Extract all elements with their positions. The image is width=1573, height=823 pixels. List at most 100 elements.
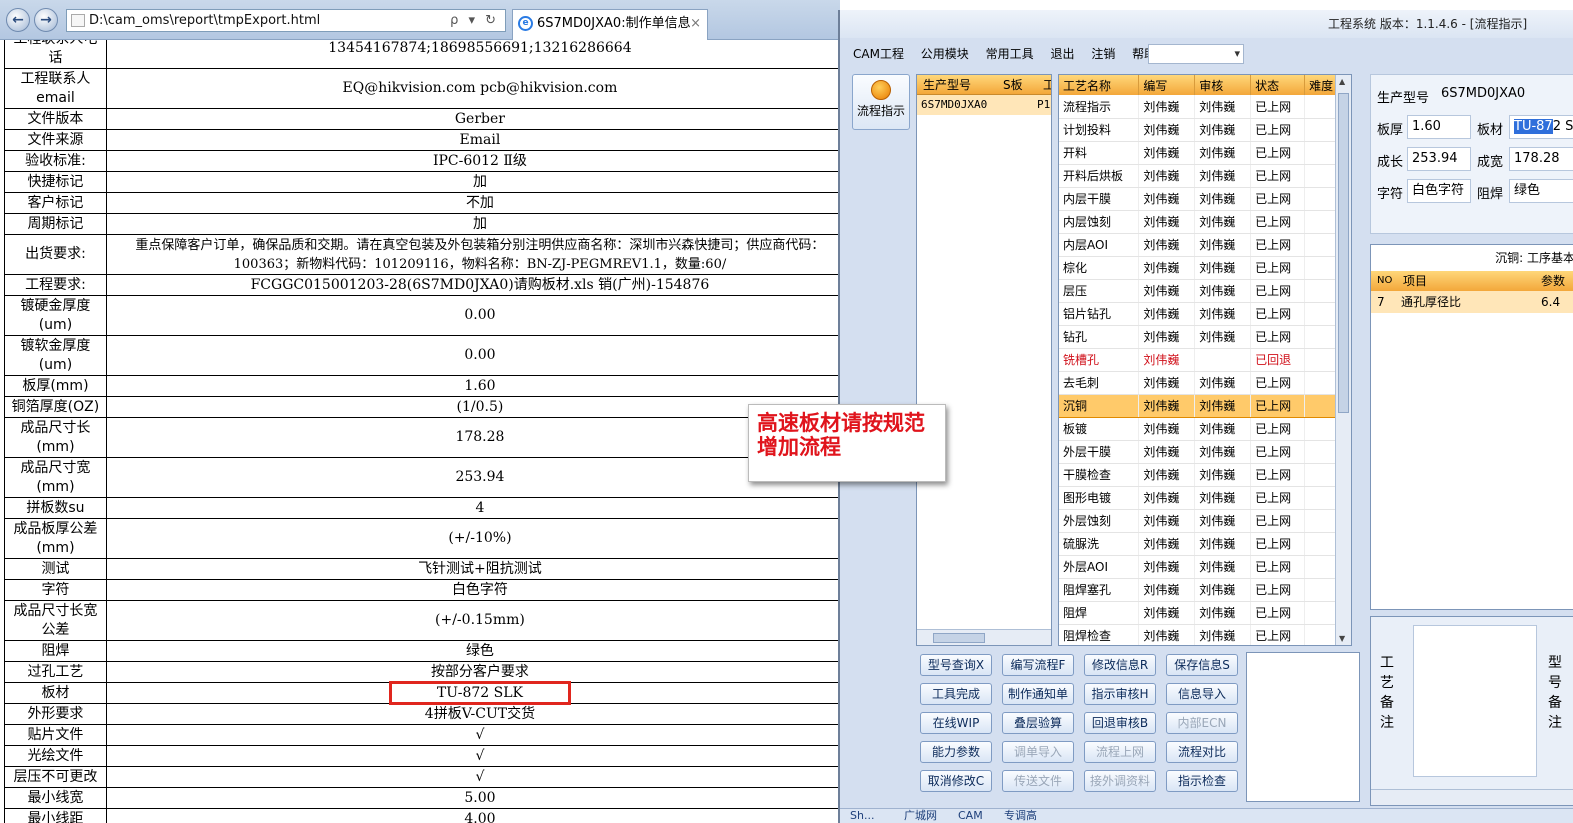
scroll-up-icon[interactable]: ▲ [1339,77,1345,86]
process-name: 铣槽孔 [1059,348,1140,372]
mask-field[interactable]: 绿色 [1509,179,1573,203]
flow-indicator-button[interactable]: 流程指示 [852,74,910,130]
action-button[interactable]: 流程上网 [1084,741,1156,763]
action-button[interactable]: 能力参数 [920,741,992,763]
report-value: 飞针测试+阻抗测试 [105,558,840,580]
thick-field[interactable]: 1.60 [1407,115,1471,139]
process-row[interactable]: 去毛刺 刘伟巍 刘伟巍 已上网 [1059,371,1337,395]
action-button[interactable]: 叠层验算 [1002,712,1074,734]
process-status: 已上网 [1250,601,1306,625]
menu-cam[interactable]: CAM工程 [853,47,904,61]
process-reviewer: 刘伟巍 [1194,393,1252,418]
proc-col-name[interactable]: 工艺名称 [1059,75,1140,95]
browser-toolbar: ← → D:\cam_oms\report\tmpExport.html ρ ▾… [0,0,840,40]
proc-col-author[interactable]: 编写 [1138,75,1196,95]
process-row[interactable]: 外层蚀刻 刘伟巍 刘伟巍 已上网 [1059,509,1337,533]
menu-combo-select[interactable] [1148,42,1244,66]
action-button[interactable]: 信息导入 [1166,683,1238,705]
menu-tools[interactable]: 常用工具 [986,47,1034,61]
process-vscrollbar[interactable]: ▲ ▼ [1335,75,1351,645]
process-name: 外层AOI [1059,555,1140,579]
process-row[interactable]: 流程指示 刘伟巍 刘伟巍 已上网 [1059,95,1337,119]
address-tools-icon[interactable]: ρ ▾ ↻ [450,10,499,31]
action-button[interactable]: 传送文件 [1002,770,1074,792]
work-row[interactable]: 7 通孔厚径比 6.4 [1371,291,1573,313]
action-button[interactable]: 指示检查 [1166,770,1238,792]
browser-tab[interactable]: e 6S7MD0JXA0:制作单信息 × [512,9,708,40]
process-row[interactable]: 沉铜 刘伟巍 刘伟巍 已上网 [1059,393,1337,418]
process-row[interactable]: 棕化 刘伟巍 刘伟巍 已上网 [1059,256,1337,280]
scroll-thumb[interactable] [1338,93,1349,413]
tab-close-icon[interactable]: × [690,10,701,37]
action-button[interactable]: 取消修改C [920,770,992,792]
process-row[interactable]: 阻焊塞孔 刘伟巍 刘伟巍 已上网 [1059,578,1337,602]
process-row[interactable]: 阻焊 刘伟巍 刘伟巍 已上网 [1059,601,1337,625]
remark-hscrollbar[interactable] [1371,789,1573,805]
process-difficulty [1304,279,1337,303]
action-button[interactable]: 保存信息S [1166,654,1238,676]
process-row[interactable]: 外层AOI 刘伟巍 刘伟巍 已上网 [1059,555,1337,579]
scroll-thumb[interactable] [933,633,985,643]
process-row[interactable]: 计划投料 刘伟巍 刘伟巍 已上网 [1059,118,1337,142]
process-row[interactable]: 图形电镀 刘伟巍 刘伟巍 已上网 [1059,486,1337,510]
status-tab-1[interactable]: 广城网 [904,809,937,823]
process-row[interactable]: 开料 刘伟巍 刘伟巍 已上网 [1059,141,1337,165]
char-field[interactable]: 白色字符 [1407,179,1471,203]
process-row[interactable]: 板镀 刘伟巍 刘伟巍 已上网 [1059,417,1337,441]
process-row[interactable]: 开料后烘板 刘伟巍 刘伟巍 已上网 [1059,164,1337,188]
action-button[interactable]: 接外调资料 [1084,770,1156,792]
address-bar[interactable]: D:\cam_oms\report\tmpExport.html ρ ▾ ↻ [66,9,506,32]
action-button[interactable]: 制作通知单 [1002,683,1074,705]
action-button[interactable]: 工具完成 [920,683,992,705]
scroll-down-icon[interactable]: ▼ [1339,634,1345,643]
action-button[interactable]: 在线WIP [920,712,992,734]
process-row[interactable]: 内层AOI 刘伟巍 刘伟巍 已上网 [1059,233,1337,257]
action-button[interactable]: 指示审核H [1084,683,1156,705]
status-tab-3[interactable]: 专调高 [1004,809,1037,823]
process-row[interactable]: 外层干膜 刘伟巍 刘伟巍 已上网 [1059,440,1337,464]
action-button[interactable]: 内部ECN [1166,712,1238,734]
report-row: 成品尺寸宽(mm) 253.94 [4,457,840,498]
model-list-hscrollbar[interactable] [917,629,1051,645]
process-difficulty [1304,187,1337,211]
action-button[interactable]: 修改信息R [1084,654,1156,676]
model-row[interactable]: 6S7MD0JXA0 P1 [917,95,1051,115]
proc-col-difficulty[interactable]: 难度 [1304,75,1337,95]
process-row[interactable]: 层压 刘伟巍 刘伟巍 已上网 [1059,279,1337,303]
report-key: 镀硬金厚度(um) [4,295,107,336]
forward-arrow-icon[interactable]: → [34,8,58,32]
status-tab-0[interactable]: Sh... [850,809,874,823]
report-row: 验收标准: IPC-6012 Ⅱ级 [4,150,840,172]
process-row[interactable]: 铝片钻孔 刘伟巍 刘伟巍 已上网 [1059,302,1337,326]
menu-logout[interactable]: 注销 [1091,47,1115,61]
action-button[interactable]: 回退审核B [1084,712,1156,734]
process-row[interactable]: 干膜检查 刘伟巍 刘伟巍 已上网 [1059,463,1337,487]
status-tab-2[interactable]: CAM [958,809,983,823]
len-field[interactable]: 253.94 [1407,147,1471,171]
process-remark-textarea[interactable] [1413,625,1537,777]
action-button[interactable]: 编写流程F [1002,654,1074,676]
action-button[interactable]: 流程对比 [1166,741,1238,763]
proc-col-reviewer[interactable]: 审核 [1194,75,1252,95]
material-field[interactable]: TU-872 S [1509,115,1573,139]
process-row[interactable]: 铣槽孔 刘伟巍 已回退 [1059,348,1337,372]
extra-col-header[interactable]: 工 [1043,75,1051,95]
menu-exit[interactable]: 退出 [1050,47,1074,61]
proc-col-status[interactable]: 状态 [1250,75,1306,95]
action-button[interactable]: 调单导入 [1002,741,1074,763]
s-col-header[interactable]: S板 [1003,75,1023,95]
wid-field[interactable]: 178.28 [1509,147,1573,171]
process-row[interactable]: 内层蚀刻 刘伟巍 刘伟巍 已上网 [1059,210,1337,234]
process-row[interactable]: 硫脲洗 刘伟巍 刘伟巍 已上网 [1059,532,1337,556]
model-col-header[interactable]: 生产型号 [923,75,971,95]
process-name: 开料后烘板 [1059,164,1140,188]
menu-public[interactable]: 公用模块 [921,47,969,61]
process-row[interactable]: 内层干膜 刘伟巍 刘伟巍 已上网 [1059,187,1337,211]
process-row[interactable]: 阻焊检查 刘伟巍 刘伟巍 已上网 [1059,624,1337,645]
process-row[interactable]: 钻孔 刘伟巍 刘伟巍 已上网 [1059,325,1337,349]
process-difficulty [1304,371,1337,395]
back-arrow-icon[interactable]: ← [6,8,30,32]
action-button[interactable]: 型号查询X [920,654,992,676]
process-status: 已上网 [1250,578,1306,602]
remark-panel: 工艺备注 型号备注 [1370,616,1573,806]
